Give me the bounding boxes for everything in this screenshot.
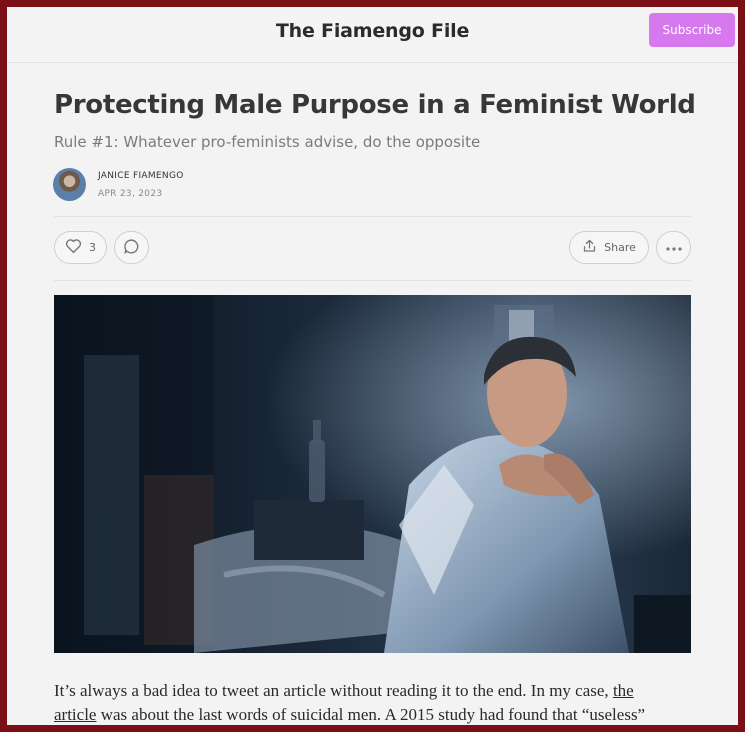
subscribe-button[interactable]: Subscribe: [649, 13, 735, 47]
author-name[interactable]: JANICE FIAMENGO: [98, 171, 184, 181]
post-date: APR 23, 2023: [98, 189, 163, 199]
share-label: Share: [604, 241, 636, 254]
share-button[interactable]: Share: [569, 231, 649, 264]
divider: [54, 280, 691, 281]
more-button[interactable]: [656, 231, 691, 264]
publication-title[interactable]: The Fiamengo File: [7, 20, 738, 42]
page-frame: The Fiamengo File Subscribe Protecting M…: [7, 7, 738, 725]
divider: [54, 216, 691, 217]
hero-image[interactable]: [54, 295, 691, 653]
article-link-cont[interactable]: article: [54, 705, 96, 724]
like-button[interactable]: 3: [54, 231, 107, 264]
comment-button[interactable]: [114, 231, 149, 264]
article-link[interactable]: the: [613, 681, 634, 700]
avatar[interactable]: [53, 168, 86, 201]
article-body: It’s always a bad idea to tweet an artic…: [54, 679, 694, 725]
like-count: 3: [89, 241, 96, 254]
more-icon: [665, 241, 682, 254]
body-line1-text: It’s always a bad idea to tweet an artic…: [54, 681, 613, 700]
frame-bottom-edge: [0, 725, 745, 732]
share-icon: [582, 238, 597, 257]
body-line2-text: was about the last words of suicidal men…: [96, 705, 646, 724]
comment-icon: [123, 238, 140, 258]
top-bar: The Fiamengo File Subscribe: [7, 7, 738, 63]
heart-icon: [65, 238, 82, 257]
post-subtitle: Rule #1: Whatever pro-feminists advise, …: [54, 133, 481, 151]
post-title: Protecting Male Purpose in a Feminist Wo…: [54, 90, 696, 120]
